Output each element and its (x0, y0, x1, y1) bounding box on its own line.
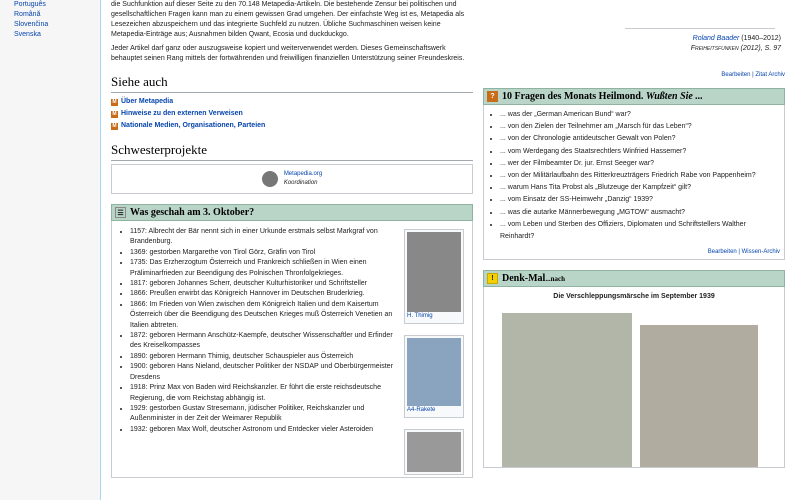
fragen-body: ... was der „German American Bund“ war? … (483, 105, 785, 261)
sister-project-sub: Koordination (283, 180, 318, 186)
list-item: ... von den Zielen der Teilnehmer am „Ma… (500, 121, 780, 133)
quote-years: (1940–2012) (741, 35, 781, 42)
was-geschah-body: 1157: Albrecht der Bär nennt sich in ein… (111, 221, 473, 478)
list-item: 1929: gestorben Gustav Stresemann, jüdis… (130, 404, 400, 425)
denkmal-header: ! Denk-Mal...nach (483, 270, 785, 288)
list-item: 1735: Das Erzherzogtum Österreich und Fr… (130, 258, 400, 279)
right-column: Roland Baader (1940–2012) Freiheitsfunke… (483, 0, 785, 469)
question-icon: ? (487, 91, 498, 102)
sidebar: Português Română Slovenčina Svenska (0, 0, 100, 500)
portrait-image (407, 232, 461, 312)
quote-attribution: Roland Baader (1940–2012) Freiheitsfunke… (483, 34, 785, 54)
list-item: ... wer der Filmbeamter Dr. jur. Ernst S… (500, 158, 780, 170)
list-item: ... warum Hans Tita Probst als „Blutzeug… (500, 182, 780, 194)
list-item: 1900: geboren Hans Nieland, deutscher Po… (130, 362, 400, 383)
list-item: ... vom Einsatz der SS-Heimwehr „Danzig“… (500, 194, 780, 206)
was-geschah-title: Was geschah am 3. Oktober? (130, 207, 255, 218)
lang-link-portugues[interactable]: Português (0, 0, 100, 10)
events-list: 1157: Albrecht der Bär nennt sich in ein… (118, 227, 400, 435)
list-item[interactable]: M Über Metapedia (111, 96, 473, 108)
quote-divider (625, 28, 775, 29)
list-item[interactable]: M Nationale Medien, Organisationen, Parte… (111, 120, 473, 132)
list-item: 1872: geboren Hermann Anschütz-Kaempfe, … (130, 331, 400, 352)
town-hall-photo (502, 313, 632, 468)
list-item: ... vom Werdegang des Staatsrechtlers Wi… (500, 146, 780, 158)
sister-project-box: Metapedia.org Koordination (111, 164, 473, 194)
metapedia-logo-icon (261, 171, 278, 187)
exclamation-icon: ! (487, 273, 498, 285)
schwesterprojekte-heading: Schwesterprojekte (111, 142, 473, 161)
denkmal-title: Denk-Mal...nach (502, 273, 565, 285)
lang-link-romana[interactable]: Română (0, 10, 100, 20)
fragen-title: 10 Fragen des Monats Heilmond. Wußten Si… (502, 91, 703, 102)
list-item: ... was die autarke Männerbewegung „MGTO… (500, 207, 780, 219)
quote-links[interactable]: Bearbeiten | Zitat Archiv (483, 70, 785, 80)
metapedia-icon: M (111, 98, 118, 106)
list-item: 1817: geboren Johannes Scherr, deutscher… (130, 279, 400, 289)
metapedia-icon: M (111, 110, 118, 118)
siehe-auch-list: M Über Metapedia M Hinweise zu den externe… (111, 96, 473, 132)
list-item: 1890: geboren Hermann Thimig, deutscher … (130, 352, 400, 362)
list-item: 1932: geboren Max Wolf, deutscher Astron… (130, 425, 400, 435)
denkmal-subtitle: Die Verschleppungsmärsche im September 1… (553, 293, 715, 301)
list-item: 1866: Preußen erwirbt das Königreich Han… (130, 289, 400, 299)
rocket-image (407, 338, 461, 406)
list-item: ... von der Militärlaufbahn des Ritterkr… (500, 170, 780, 182)
sister-project-link[interactable]: Metapedia.org (284, 170, 322, 179)
quote-author-link[interactable]: Roland Baader (693, 35, 740, 42)
fragen-list: ... was der „German American Bund“ war? … (488, 109, 780, 243)
lang-link-slovencina[interactable]: Slovenčina (0, 20, 100, 30)
fragen-links[interactable]: Bearbeiten | Wissen-Archiv (488, 247, 780, 257)
was-geschah-header: ☰ Was geschah am 3. Oktober? (111, 204, 473, 221)
lang-link-svenska[interactable]: Svenska (0, 30, 100, 40)
metapedia-icon: M (111, 122, 118, 130)
list-item: 1157: Albrecht der Bär nennt sich in ein… (130, 227, 400, 248)
calendar-icon: ☰ (115, 207, 126, 218)
denkmal-body: Die Verschleppungsmärsche im September 1… (483, 287, 785, 469)
thumbnail-portrait-3[interactable] (404, 429, 464, 475)
fragen-header: ? 10 Fragen des Monats Heilmond. Wußten … (483, 88, 785, 105)
thumbnail-thimig[interactable]: H. Thimig (404, 229, 464, 324)
historic-photo (640, 325, 758, 468)
quote-source: Freiheitsfunken (2012), S. 97 (690, 45, 781, 52)
list-item: 1918: Prinz Max von Baden wird Reichskan… (130, 383, 400, 404)
list-item: 1866: Im Frieden von Wien zwischen dem K… (130, 300, 400, 331)
left-column: die Suchfunktion auf dieser Seite zu den… (111, 0, 473, 478)
list-item[interactable]: M Hinweise zu den externen Verweisen (111, 108, 473, 120)
intro-paragraph-2: Jeder Artikel darf ganz oder auszugsweis… (111, 45, 465, 62)
thumbnail-a4-rakete[interactable]: A4-Rakete (404, 335, 464, 418)
siehe-auch-heading: Siehe auch (111, 74, 473, 93)
list-item: ... was der „German American Bund“ war? (500, 109, 780, 121)
intro-paragraph-1: die Suchfunktion auf dieser Seite zu den… (111, 1, 465, 38)
portrait-image (407, 432, 461, 472)
list-item: ... vom Leben und Sterben des Offiziers,… (500, 219, 780, 243)
list-item: 1369: gestorben Margarethe von Tirol Gör… (130, 248, 400, 258)
list-item: ... von der Chronologie antideutscher Ge… (500, 133, 780, 145)
main-content: die Suchfunktion auf dieser Seite zu den… (100, 0, 800, 500)
